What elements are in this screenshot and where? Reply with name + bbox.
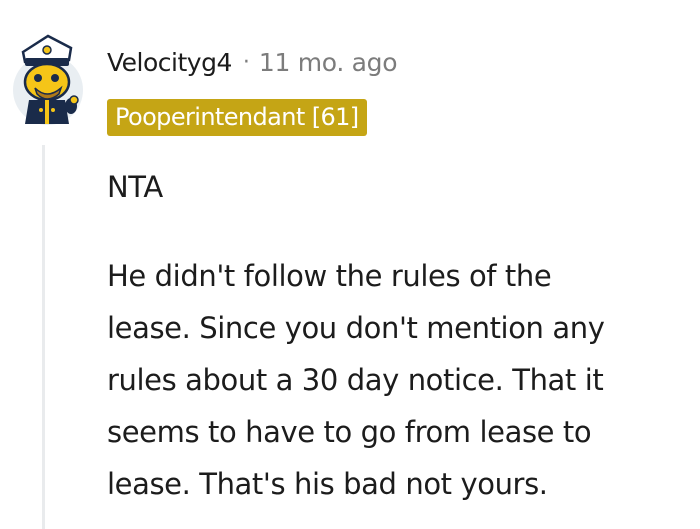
comment: Velocityg4 · 11 mo. ago Pooperintendant … [0,0,700,529]
username-link[interactable]: Velocityg4 [107,48,232,77]
meta-separator: · [242,49,250,75]
timestamp[interactable]: 11 mo. ago [259,48,398,77]
user-avatar[interactable] [11,30,85,126]
comment-paragraph: NTA [107,170,163,204]
user-flair: Pooperintendant [61] [107,99,367,136]
comment-line: seems to have to go from lease to [107,415,592,449]
comment-meta: Velocityg4 · 11 mo. ago [107,44,398,80]
comment-line: He didn't follow the rules of the [107,259,552,293]
thread-collapse-line[interactable] [42,145,45,529]
comment-line: lease. Since you don't mention any [107,311,605,345]
comment-line: rules about a 30 day notice. That it [107,363,604,397]
snoo-captain-avatar-icon [13,34,83,125]
comment-line: lease. That's his bad not yours. [107,467,548,501]
